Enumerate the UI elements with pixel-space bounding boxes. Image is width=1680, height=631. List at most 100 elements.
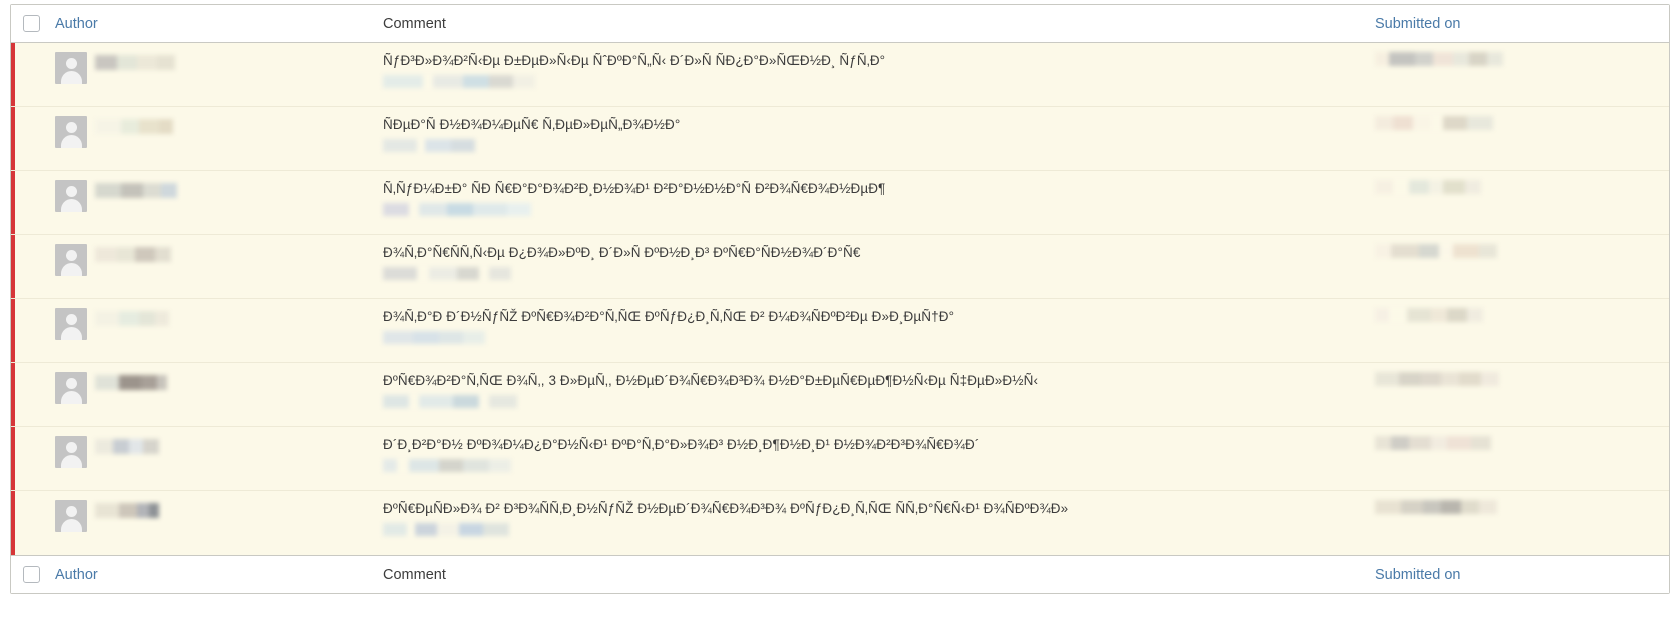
avatar-placeholder-icon xyxy=(55,116,87,148)
column-header-submitted-on[interactable]: Submitted on xyxy=(1369,15,1669,33)
avatar-placeholder-icon xyxy=(55,244,87,276)
redacted-blur xyxy=(1375,500,1497,514)
submitted-on-cell xyxy=(1369,235,1669,267)
table-row[interactable]: ÐºÑ€Ð¾Ð²Ð°Ñ‚ÑŒ Ð¾Ñ‚, 3 Ð»ÐµÑ‚, Ð½ÐµÐ´Ð¾Ñ… xyxy=(11,363,1669,427)
row-select-cell[interactable] xyxy=(11,235,51,253)
row-select-cell[interactable] xyxy=(11,107,51,125)
redacted-blur xyxy=(95,311,169,326)
row-select-cell[interactable] xyxy=(11,427,51,445)
redacted-blur xyxy=(1375,116,1493,130)
redacted-blur xyxy=(383,267,511,280)
submitted-on-cell xyxy=(1369,107,1669,139)
select-all-header-cell[interactable] xyxy=(11,15,51,32)
submitted-on-cell xyxy=(1369,171,1669,203)
select-all-footer-cell[interactable] xyxy=(11,566,51,583)
row-select-cell[interactable] xyxy=(11,299,51,317)
pending-status-stripe xyxy=(11,235,15,298)
column-header-author[interactable]: Author xyxy=(51,15,371,33)
avatar-placeholder-icon xyxy=(55,180,87,212)
comment-text: Ð´Ð¸Ð²Ð°Ð½ ÐºÐ¾Ð¼Ð¿Ð°Ð½Ñ‹Ð¹ ÐºÐ°Ñ‚Ð°Ð»Ð¾… xyxy=(383,437,980,452)
column-footer-comment: Comment xyxy=(371,566,1369,584)
column-footer-submitted-on-label[interactable]: Submitted on xyxy=(1375,567,1460,583)
redacted-blur xyxy=(383,203,531,216)
author-cell xyxy=(51,107,371,157)
comment-cell: Ð´Ð¸Ð²Ð°Ð½ ÐºÐ¾Ð¼Ð¿Ð°Ð½Ñ‹Ð¹ ÐºÐ°Ñ‚Ð°Ð»Ð¾… xyxy=(371,427,1369,481)
row-select-cell[interactable] xyxy=(11,171,51,189)
comments-moderation-screen: Author Comment Submitted on ÑƒÐ³Ð»Ð¾Ð²Ñ‹… xyxy=(0,0,1680,631)
redacted-blur xyxy=(1375,308,1483,322)
column-footer-author-label[interactable]: Author xyxy=(55,567,98,583)
comment-text: ÑÐµÐ°Ñ Ð½Ð¾Ð¼ÐµÑ€ Ñ‚ÐµÐ»ÐµÑ„Ð¾Ð½Ð° xyxy=(383,117,681,132)
column-header-submitted-on-label[interactable]: Submitted on xyxy=(1375,16,1460,32)
column-header-author-label[interactable]: Author xyxy=(55,16,98,32)
column-footer-comment-label: Comment xyxy=(383,566,446,583)
redacted-blur xyxy=(95,183,177,198)
redacted-blur xyxy=(95,247,171,262)
redacted-blur xyxy=(383,139,475,152)
comment-cell: ÑƒÐ³Ð»Ð¾Ð²Ñ‹Ðµ Ð±ÐµÐ»Ñ‹Ðµ ÑˆÐºÐ°Ñ„Ñ‹ Ð´Ð… xyxy=(371,43,1369,97)
avatar-placeholder-icon xyxy=(55,308,87,340)
redacted-blur xyxy=(95,503,159,518)
author-cell xyxy=(51,491,371,541)
row-select-cell[interactable] xyxy=(11,363,51,381)
comment-text: Ð¾Ñ‚Ð°Ð Ð´Ð½ÑƒÑŽ ÐºÑ€Ð¾Ð²Ð°Ñ‚ÑŒ ÐºÑƒÐ¿Ð¸… xyxy=(383,309,955,324)
redacted-blur xyxy=(1375,436,1491,450)
redacted-blur xyxy=(383,331,485,344)
pending-status-stripe xyxy=(11,491,15,555)
author-cell xyxy=(51,299,371,349)
comment-cell: Ð¾Ñ‚Ð°Ñ€ÑÑ‚Ñ‹Ðµ Ð¿Ð¾Ð»ÐºÐ¸ Ð´Ð»Ñ ÐºÐ½Ð¸Ð… xyxy=(371,235,1369,289)
comment-cell: Ð¾Ñ‚Ð°Ð Ð´Ð½ÑƒÑŽ ÐºÑ€Ð¾Ð²Ð°Ñ‚ÑŒ ÐºÑƒÐ¿Ð¸… xyxy=(371,299,1369,353)
submitted-on-cell xyxy=(1369,43,1669,75)
comment-text: Ñ‚ÑƒÐ¼Ð±Ð° ÑÐ Ñ€Ð°Ð°Ð¾Ð²Ð¸Ð½Ð¾Ð¹ Ð²Ð°Ð½Ð… xyxy=(383,181,886,196)
avatar-placeholder-icon xyxy=(55,436,87,468)
comment-cell: Ñ‚ÑƒÐ¼Ð±Ð° ÑÐ Ñ€Ð°Ð°Ð¾Ð²Ð¸Ð½Ð¾Ð¹ Ð²Ð°Ð½Ð… xyxy=(371,171,1369,225)
redacted-blur xyxy=(1375,244,1497,258)
pending-status-stripe xyxy=(11,107,15,170)
redacted-blur xyxy=(383,395,517,408)
table-footer-row: Author Comment Submitted on xyxy=(11,555,1669,593)
comment-text: ÑƒÐ³Ð»Ð¾Ð²Ñ‹Ðµ Ð±ÐµÐ»Ñ‹Ðµ ÑˆÐºÐ°Ñ„Ñ‹ Ð´Ð… xyxy=(383,53,886,68)
author-cell xyxy=(51,235,371,285)
row-select-cell[interactable] xyxy=(11,43,51,61)
select-all-checkbox-footer[interactable] xyxy=(22,566,40,583)
comment-cell: ÐºÑ€ÐµÑÐ»Ð¾ Ð² Ð³Ð¾ÑÑ‚Ð¸Ð½ÑƒÑŽ Ð½ÐµÐ´Ð¾Ñ… xyxy=(371,491,1369,545)
pending-status-stripe xyxy=(11,363,15,426)
author-cell xyxy=(51,171,371,221)
redacted-blur xyxy=(1375,52,1503,66)
table-row[interactable]: ÐºÑ€ÐµÑÐ»Ð¾ Ð² Ð³Ð¾ÑÑ‚Ð¸Ð½ÑƒÑŽ Ð½ÐµÐ´Ð¾Ñ… xyxy=(11,491,1669,555)
redacted-blur xyxy=(1375,372,1499,386)
redacted-blur xyxy=(383,75,535,88)
row-select-cell[interactable] xyxy=(11,491,51,509)
comment-text: ÐºÑ€Ð¾Ð²Ð°Ñ‚ÑŒ Ð¾Ñ‚, 3 Ð»ÐµÑ‚, Ð½ÐµÐ´Ð¾Ñ… xyxy=(383,373,1039,388)
submitted-on-cell xyxy=(1369,491,1669,523)
table-row[interactable]: ÑƒÐ³Ð»Ð¾Ð²Ñ‹Ðµ Ð±ÐµÐ»Ñ‹Ðµ ÑˆÐºÐ°Ñ„Ñ‹ Ð´Ð… xyxy=(11,43,1669,107)
table-row[interactable]: Ð¾Ñ‚Ð°Ð Ð´Ð½ÑƒÑŽ ÐºÑ€Ð¾Ð²Ð°Ñ‚ÑŒ ÐºÑƒÐ¿Ð¸… xyxy=(11,299,1669,363)
redacted-blur xyxy=(383,523,509,536)
table-row[interactable]: Ñ‚ÑƒÐ¼Ð±Ð° ÑÐ Ñ€Ð°Ð°Ð¾Ð²Ð¸Ð½Ð¾Ð¹ Ð²Ð°Ð½Ð… xyxy=(11,171,1669,235)
author-cell xyxy=(51,43,371,93)
redacted-blur xyxy=(95,439,159,454)
comment-cell: ÑÐµÐ°Ñ Ð½Ð¾Ð¼ÐµÑ€ Ñ‚ÐµÐ»ÐµÑ„Ð¾Ð½Ð° xyxy=(371,107,1369,161)
column-footer-author[interactable]: Author xyxy=(51,566,371,584)
submitted-on-cell xyxy=(1369,427,1669,459)
redacted-blur xyxy=(383,459,511,472)
table-row[interactable]: Ð¾Ñ‚Ð°Ñ€ÑÑ‚Ñ‹Ðµ Ð¿Ð¾Ð»ÐºÐ¸ Ð´Ð»Ñ ÐºÐ½Ð¸Ð… xyxy=(11,235,1669,299)
column-footer-submitted-on[interactable]: Submitted on xyxy=(1369,566,1669,584)
select-all-checkbox[interactable] xyxy=(22,15,40,32)
submitted-on-cell xyxy=(1369,363,1669,395)
comment-text: ÐºÑ€ÐµÑÐ»Ð¾ Ð² Ð³Ð¾ÑÑ‚Ð¸Ð½ÑƒÑŽ Ð½ÐµÐ´Ð¾Ñ… xyxy=(383,501,1069,516)
table-row[interactable]: Ð´Ð¸Ð²Ð°Ð½ ÐºÐ¾Ð¼Ð¿Ð°Ð½Ñ‹Ð¹ ÐºÐ°Ñ‚Ð°Ð»Ð¾… xyxy=(11,427,1669,491)
avatar-placeholder-icon xyxy=(55,372,87,404)
redacted-blur xyxy=(95,375,167,390)
submitted-on-cell xyxy=(1369,299,1669,331)
author-cell xyxy=(51,363,371,413)
pending-status-stripe xyxy=(11,299,15,362)
author-cell xyxy=(51,427,371,477)
column-header-comment: Comment xyxy=(371,15,1369,33)
comments-list: ÑƒÐ³Ð»Ð¾Ð²Ñ‹Ðµ Ð±ÐµÐ»Ñ‹Ðµ ÑˆÐºÐ°Ñ„Ñ‹ Ð´Ð… xyxy=(11,43,1669,555)
redacted-blur xyxy=(95,55,175,70)
column-header-comment-label: Comment xyxy=(383,15,446,32)
table-row[interactable]: ÑÐµÐ°Ñ Ð½Ð¾Ð¼ÐµÑ€ Ñ‚ÐµÐ»ÐµÑ„Ð¾Ð½Ð° xyxy=(11,107,1669,171)
avatar-placeholder-icon xyxy=(55,500,87,532)
comments-table: Author Comment Submitted on ÑƒÐ³Ð»Ð¾Ð²Ñ‹… xyxy=(10,4,1670,594)
